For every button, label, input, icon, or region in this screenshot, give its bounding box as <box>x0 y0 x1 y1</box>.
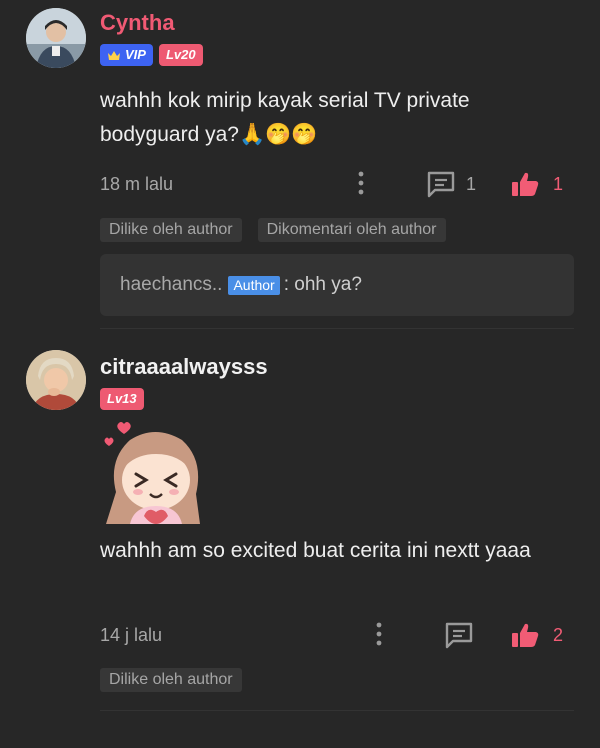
divider <box>100 710 574 711</box>
level-badge: Lv13 <box>100 388 144 410</box>
timestamp: 14 j lalu <box>100 625 163 645</box>
username[interactable]: Cyntha <box>100 10 175 36</box>
avatar[interactable] <box>26 350 86 410</box>
username[interactable]: citraaaalwaysss <box>100 354 268 380</box>
like-button[interactable]: 2 <box>511 621 563 649</box>
comment-item: citraaaalwaysss Lv13 wahhh am so excited… <box>0 330 600 730</box>
reply-button[interactable] <box>444 621 474 649</box>
crown-icon <box>108 50 120 60</box>
reply-author-name: haechancs.. <box>120 274 223 295</box>
comment-item: Cyntha VIP Lv20 wahhh kok mirip kayak se… <box>0 0 600 330</box>
divider <box>100 328 574 329</box>
liked-by-author-chip: Dilike oleh author <box>100 218 242 242</box>
reply-preview[interactable]: haechancs.. Author : ohh ya? <box>100 254 574 316</box>
user-badges: VIP Lv20 <box>100 44 203 66</box>
comment-text: wahhh kok mirip kayak serial TV private … <box>100 89 470 146</box>
level-badge: Lv20 <box>158 44 203 66</box>
thumbs-up-icon <box>512 623 539 647</box>
comment-actions: 14 j lalu 2 <box>100 621 570 651</box>
comment-actions: 18 m lalu 1 1 <box>100 170 570 200</box>
comment-text: wahhh am so excited buat cerita ini next… <box>100 539 531 562</box>
commented-by-author-chip: Dikomentari oleh author <box>257 218 446 242</box>
reply-button[interactable]: 1 <box>426 170 476 198</box>
sticker-image <box>100 420 210 526</box>
avatar[interactable] <box>26 8 86 68</box>
comment-icon <box>445 622 473 649</box>
heart-icon <box>117 422 131 434</box>
author-chips: Dilike oleh author <box>100 668 242 692</box>
like-count: 1 <box>553 173 564 194</box>
author-chips: Dilike oleh author Dikomentari oleh auth… <box>100 218 446 242</box>
more-vertical-icon[interactable] <box>374 621 384 647</box>
author-tag: Author <box>228 275 280 295</box>
more-vertical-icon[interactable] <box>356 170 366 196</box>
thumbs-up-icon <box>512 172 539 196</box>
timestamp: 18 m lalu <box>100 174 174 194</box>
reply-count: 1 <box>466 173 477 194</box>
comment-icon <box>427 171 455 198</box>
vip-label: VIP <box>125 47 146 62</box>
reply-text: : ohh ya? <box>283 274 362 295</box>
user-badges: Lv13 <box>100 388 144 410</box>
liked-by-author-chip: Dilike oleh author <box>100 668 242 692</box>
like-count: 2 <box>553 624 564 645</box>
like-button[interactable]: 1 <box>511 170 563 198</box>
vip-badge: VIP <box>100 44 153 66</box>
